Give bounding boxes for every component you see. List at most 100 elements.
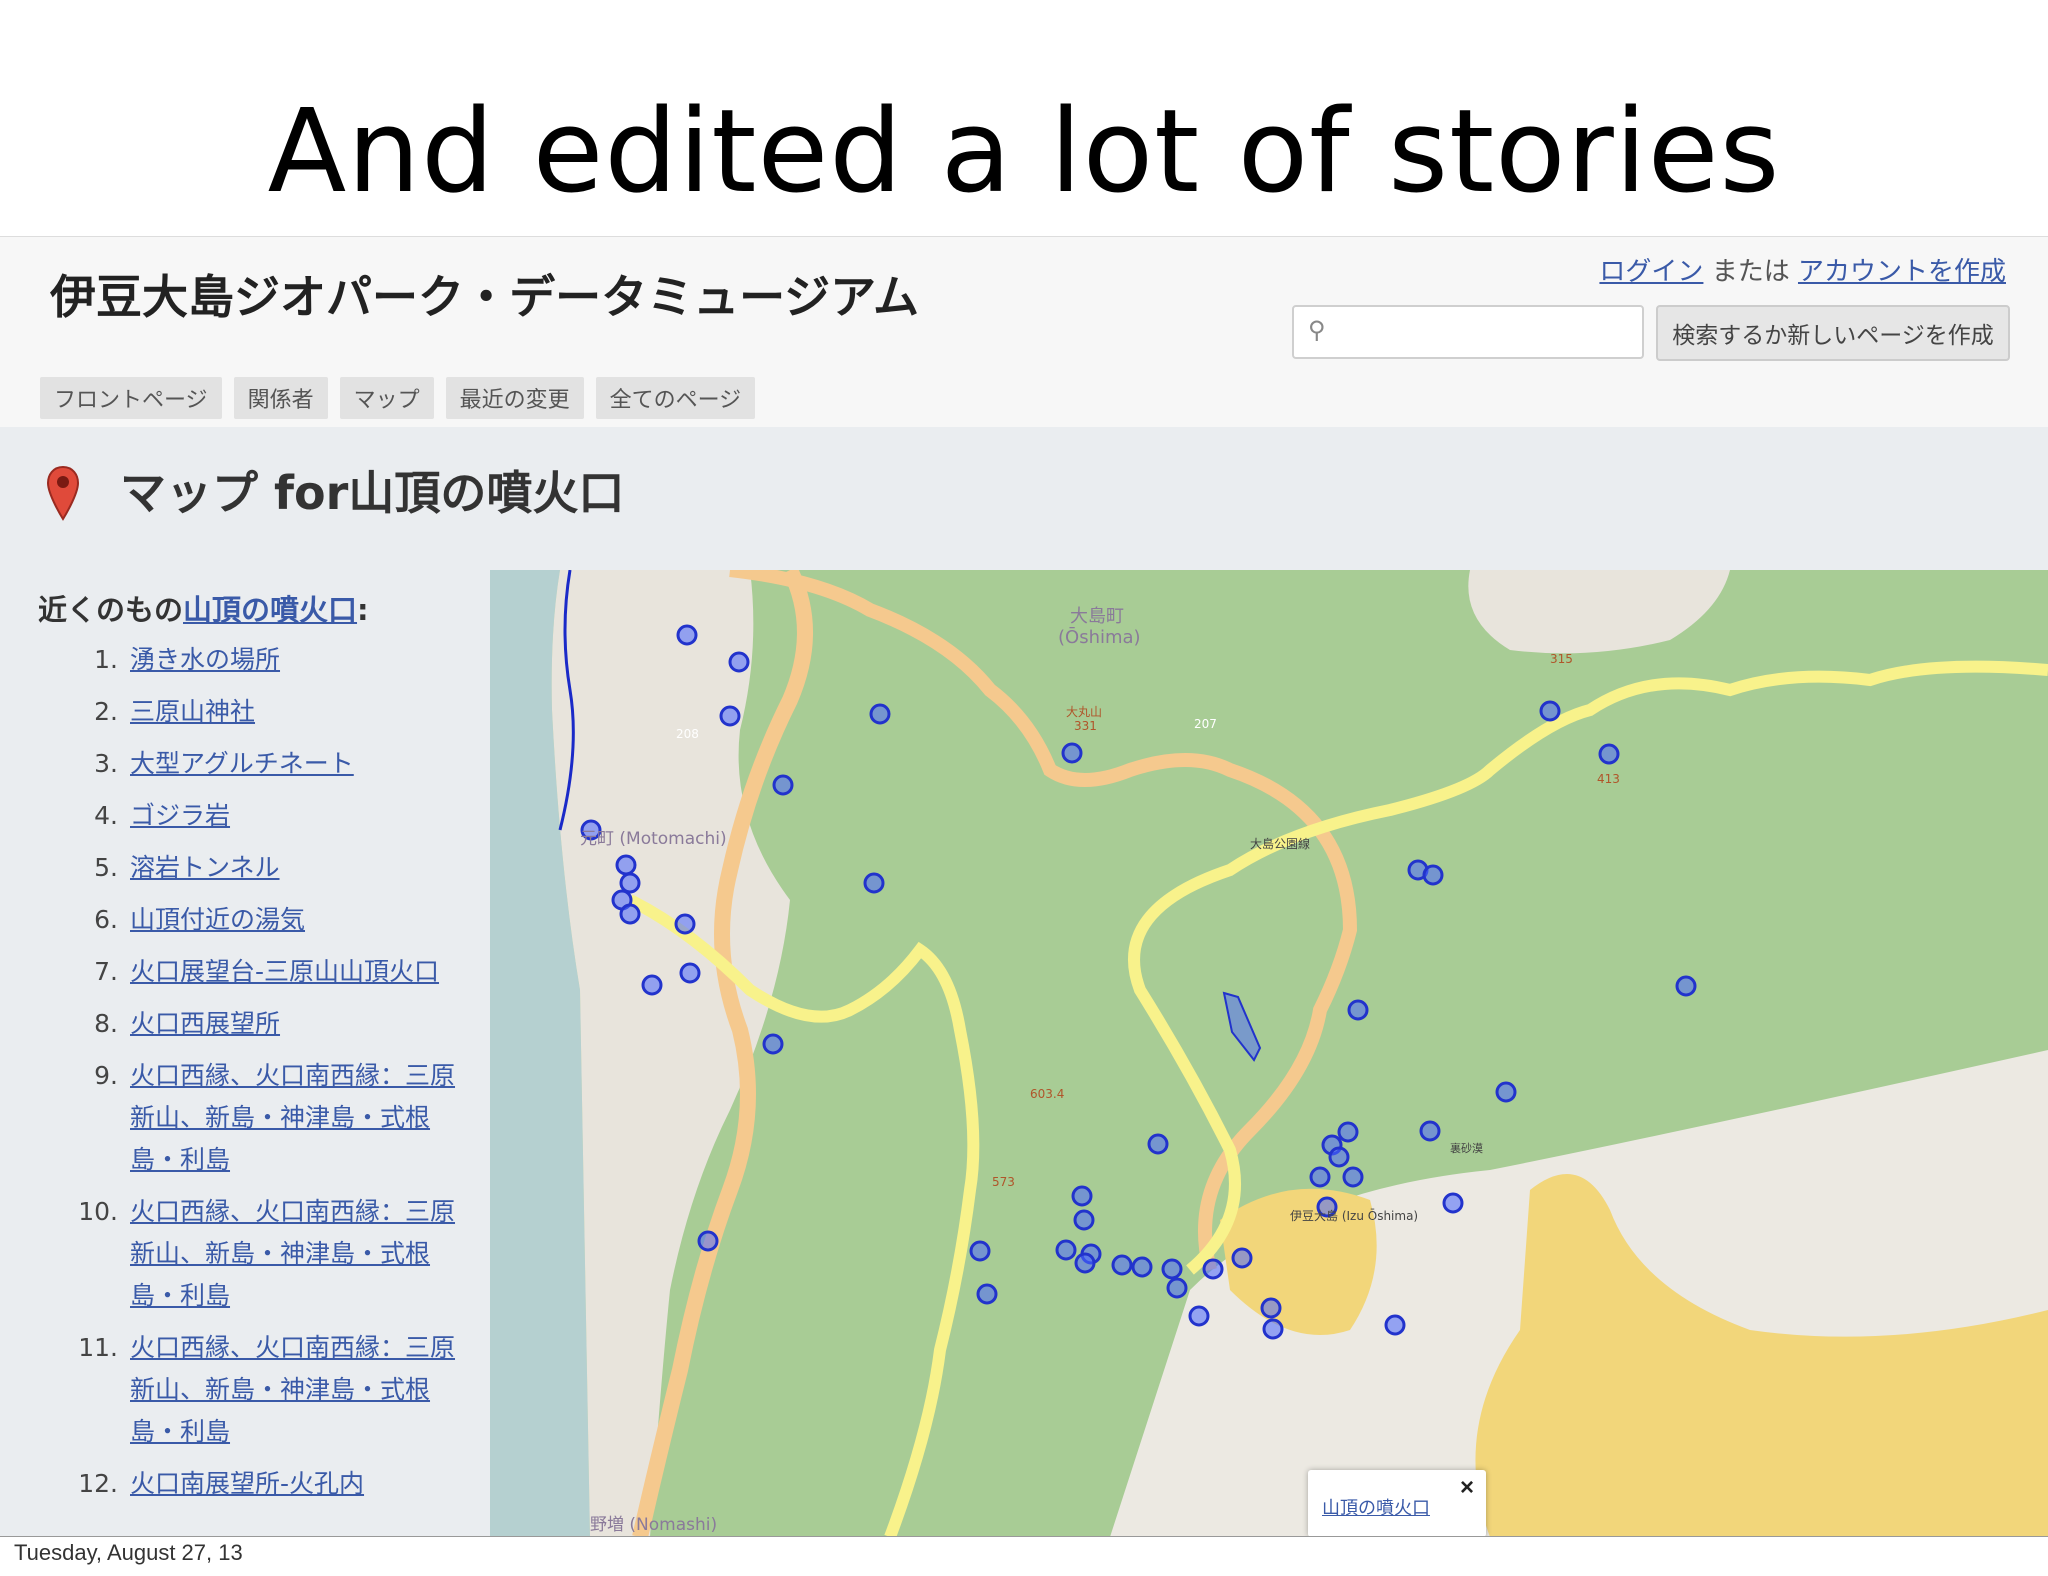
map-marker[interactable] bbox=[976, 1283, 998, 1305]
search-input[interactable]: ⚲ bbox=[1292, 305, 1644, 359]
list-item: 8. 火口西展望所 bbox=[38, 1003, 458, 1045]
map-marker[interactable] bbox=[969, 1240, 991, 1262]
popup-link[interactable]: 山頂の噴火口 bbox=[1322, 1494, 1430, 1520]
list-item: 9. 火口西縁、火口南西縁：三原新山、新島・神津島・式根島・利島 bbox=[38, 1055, 458, 1181]
nav-front-page[interactable]: フロントページ bbox=[40, 377, 222, 419]
nav-all-pages[interactable]: 全てのページ bbox=[595, 377, 756, 419]
map-marker[interactable] bbox=[728, 651, 750, 673]
map-marker[interactable] bbox=[1260, 1297, 1282, 1319]
map-marker[interactable] bbox=[619, 903, 641, 925]
map-marker[interactable] bbox=[772, 774, 794, 796]
nearby-link[interactable]: 火口南展望所-火孔内 bbox=[130, 1463, 364, 1505]
nearby-link[interactable]: 山頂付近の湯気 bbox=[130, 899, 305, 941]
map-marker[interactable] bbox=[1442, 1192, 1464, 1214]
map-marker[interactable] bbox=[1495, 1081, 1517, 1103]
nav-tabs: フロントページ 関係者 マップ 最近の変更 全てのページ bbox=[40, 377, 756, 419]
nearby-link[interactable]: 火口西縁、火口南西縁：三原新山、新島・神津島・式根島・利島 bbox=[130, 1191, 458, 1317]
map-marker[interactable] bbox=[676, 624, 698, 646]
map-marker[interactable] bbox=[1342, 1166, 1364, 1188]
map-marker[interactable] bbox=[1262, 1318, 1284, 1340]
item-number: 6. bbox=[94, 905, 118, 934]
item-number: 9. bbox=[94, 1061, 118, 1090]
list-item: 12. 火口南展望所-火孔内 bbox=[38, 1463, 458, 1505]
map-marker[interactable] bbox=[674, 913, 696, 935]
map-marker[interactable] bbox=[1111, 1254, 1133, 1276]
nav-recent-changes[interactable]: 最近の変更 bbox=[445, 377, 584, 419]
nearby-target-link[interactable]: 山頂の噴火口 bbox=[183, 593, 357, 627]
map-popup: 山頂の噴火口 × bbox=[1308, 1470, 1486, 1537]
slide-title: And edited a lot of stories bbox=[267, 85, 1781, 219]
map-marker[interactable] bbox=[1598, 743, 1620, 765]
page-title: マップ for山頂の噴火口 bbox=[120, 466, 625, 520]
map-marker[interactable] bbox=[619, 872, 641, 894]
map-marker[interactable] bbox=[1166, 1277, 1188, 1299]
search-create-button[interactable]: 検索するか新しいページを作成 bbox=[1656, 305, 2010, 361]
map-marker[interactable] bbox=[1231, 1247, 1253, 1269]
map-marker[interactable] bbox=[1539, 700, 1561, 722]
list-item: 6. 山頂付近の湯気 bbox=[38, 899, 458, 941]
map-marker[interactable] bbox=[1071, 1185, 1093, 1207]
item-number: 12. bbox=[78, 1469, 118, 1498]
map-marker[interactable] bbox=[1074, 1252, 1096, 1274]
map-marker[interactable] bbox=[641, 974, 663, 996]
site-header: 伊豆大島ジオパーク・データミュージアム ログイン または アカウントを作成 ⚲ … bbox=[0, 237, 2048, 427]
nearby-link[interactable]: 湧き水の場所 bbox=[130, 639, 280, 681]
map-marker[interactable] bbox=[1161, 1258, 1183, 1280]
label-route-208: 208 bbox=[676, 727, 699, 741]
nearby-link[interactable]: 火口展望台-三原山山頂火口 bbox=[130, 951, 439, 993]
nearby-suffix: : bbox=[357, 593, 369, 627]
page-content: マップ for山頂の噴火口 近くのもの山頂の噴火口: 1. 湧き水の場所 2. 三原… bbox=[0, 427, 2048, 1537]
nearby-link[interactable]: 三原山神社 bbox=[130, 691, 255, 733]
map-marker[interactable] bbox=[1337, 1121, 1359, 1143]
label-ura-sabaku: 裏砂漠 bbox=[1450, 1141, 1483, 1155]
map-marker[interactable] bbox=[1328, 1146, 1350, 1168]
item-number: 7. bbox=[94, 957, 118, 986]
map-marker[interactable] bbox=[719, 705, 741, 727]
map-marker[interactable] bbox=[1061, 742, 1083, 764]
map-marker[interactable] bbox=[1675, 975, 1697, 997]
item-number: 2. bbox=[94, 697, 118, 726]
nearby-link[interactable]: ゴジラ岩 bbox=[130, 795, 230, 837]
map-marker[interactable] bbox=[679, 962, 701, 984]
nav-people[interactable]: 関係者 bbox=[233, 377, 328, 419]
nearby-link[interactable]: 溶岩トンネル bbox=[130, 847, 280, 889]
nav-map[interactable]: マップ bbox=[339, 377, 434, 419]
map-view[interactable]: 大島町 (Ōshima) 元町 (Motomachi) 野増 (Nomashi)… bbox=[490, 570, 2048, 1537]
list-item: 11. 火口西縁、火口南西縁：三原新山、新島・神津島・式根島・利島 bbox=[38, 1327, 458, 1453]
map-marker[interactable] bbox=[1384, 1314, 1406, 1336]
nearby-link[interactable]: 大型アグルチネート bbox=[130, 743, 354, 785]
map-marker[interactable] bbox=[869, 703, 891, 725]
label-peak-315: 315 bbox=[1550, 652, 1573, 666]
nearby-link[interactable]: 火口西縁、火口南西縁：三原新山、新島・神津島・式根島・利島 bbox=[130, 1055, 458, 1181]
site-title[interactable]: 伊豆大島ジオパーク・データミュージアム bbox=[50, 261, 919, 327]
map-marker[interactable] bbox=[1202, 1258, 1224, 1280]
label-peak-413: 413 bbox=[1597, 772, 1620, 786]
map-marker[interactable] bbox=[1347, 999, 1369, 1021]
map-marker[interactable] bbox=[1073, 1209, 1095, 1231]
nearby-link[interactable]: 火口西展望所 bbox=[130, 1003, 280, 1045]
map-marker[interactable] bbox=[863, 872, 885, 894]
map-marker[interactable] bbox=[1147, 1133, 1169, 1155]
map-marker[interactable] bbox=[1419, 1120, 1441, 1142]
item-number: 11. bbox=[78, 1333, 118, 1362]
map-marker[interactable] bbox=[697, 1230, 719, 1252]
list-item: 5. 溶岩トンネル bbox=[38, 847, 458, 889]
map-marker[interactable] bbox=[1309, 1166, 1331, 1188]
map-marker[interactable] bbox=[1188, 1305, 1210, 1327]
close-icon[interactable]: × bbox=[1460, 1474, 1474, 1502]
map-marker[interactable] bbox=[615, 854, 637, 876]
label-oshima-town: 大島町 bbox=[1070, 606, 1124, 627]
map-marker[interactable] bbox=[1055, 1239, 1077, 1261]
nearby-link[interactable]: 火口西縁、火口南西縁：三原新山、新島・神津島・式根島・利島 bbox=[130, 1327, 458, 1453]
map-marker[interactable] bbox=[762, 1033, 784, 1055]
label-nomashi: 野増 (Nomashi) bbox=[590, 1515, 717, 1535]
login-link[interactable]: ログイン bbox=[1599, 257, 1703, 287]
map-pin-icon bbox=[46, 465, 80, 521]
create-account-link[interactable]: アカウントを作成 bbox=[1798, 257, 2006, 287]
item-number: 10. bbox=[78, 1197, 118, 1226]
item-number: 4. bbox=[94, 801, 118, 830]
label-izu-oshima: 伊豆大島 (Izu Ōshima) bbox=[1290, 1208, 1418, 1223]
label-peak-331: 331 bbox=[1074, 719, 1097, 733]
map-marker[interactable] bbox=[1422, 864, 1444, 886]
map-marker[interactable] bbox=[1131, 1256, 1153, 1278]
